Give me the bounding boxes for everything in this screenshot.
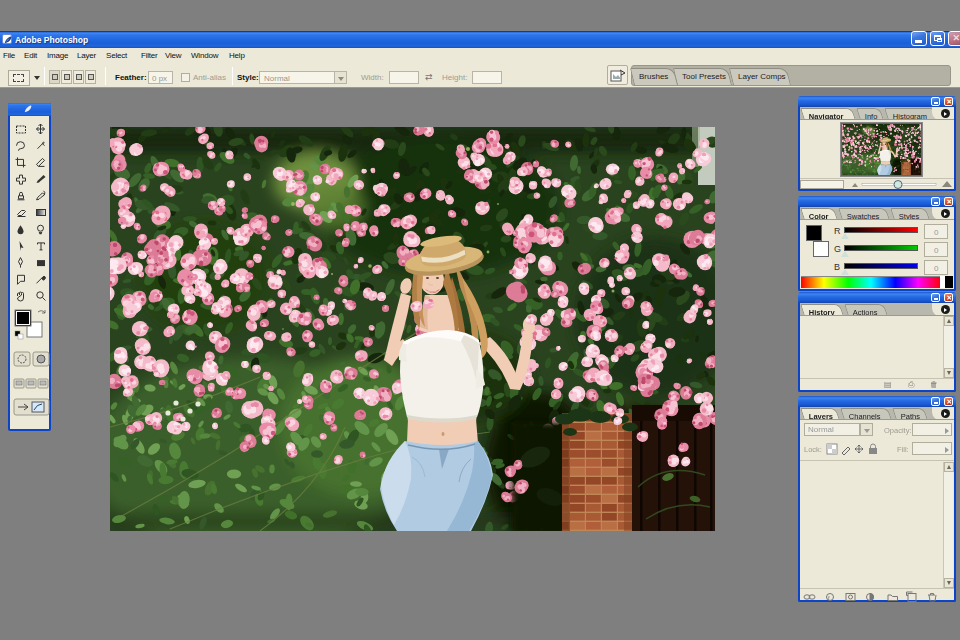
svg-text:f: f: [828, 595, 830, 601]
